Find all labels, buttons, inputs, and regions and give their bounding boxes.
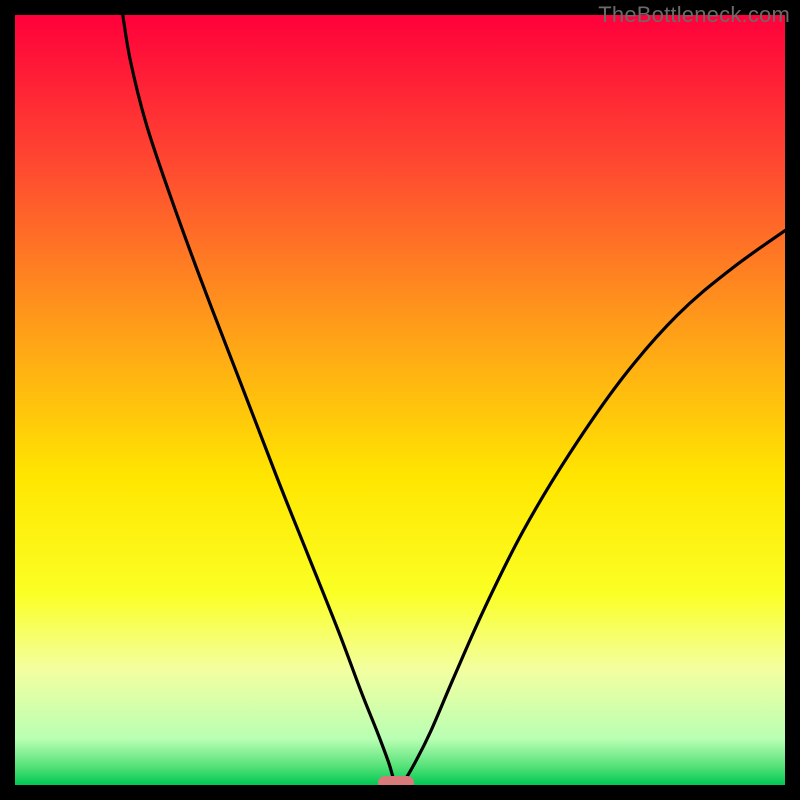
bottleneck-curve <box>15 15 785 785</box>
watermark-text: TheBottleneck.com <box>598 2 790 28</box>
chart-container: TheBottleneck.com <box>0 0 800 800</box>
plot-area <box>15 15 785 785</box>
optimal-marker <box>378 776 414 785</box>
